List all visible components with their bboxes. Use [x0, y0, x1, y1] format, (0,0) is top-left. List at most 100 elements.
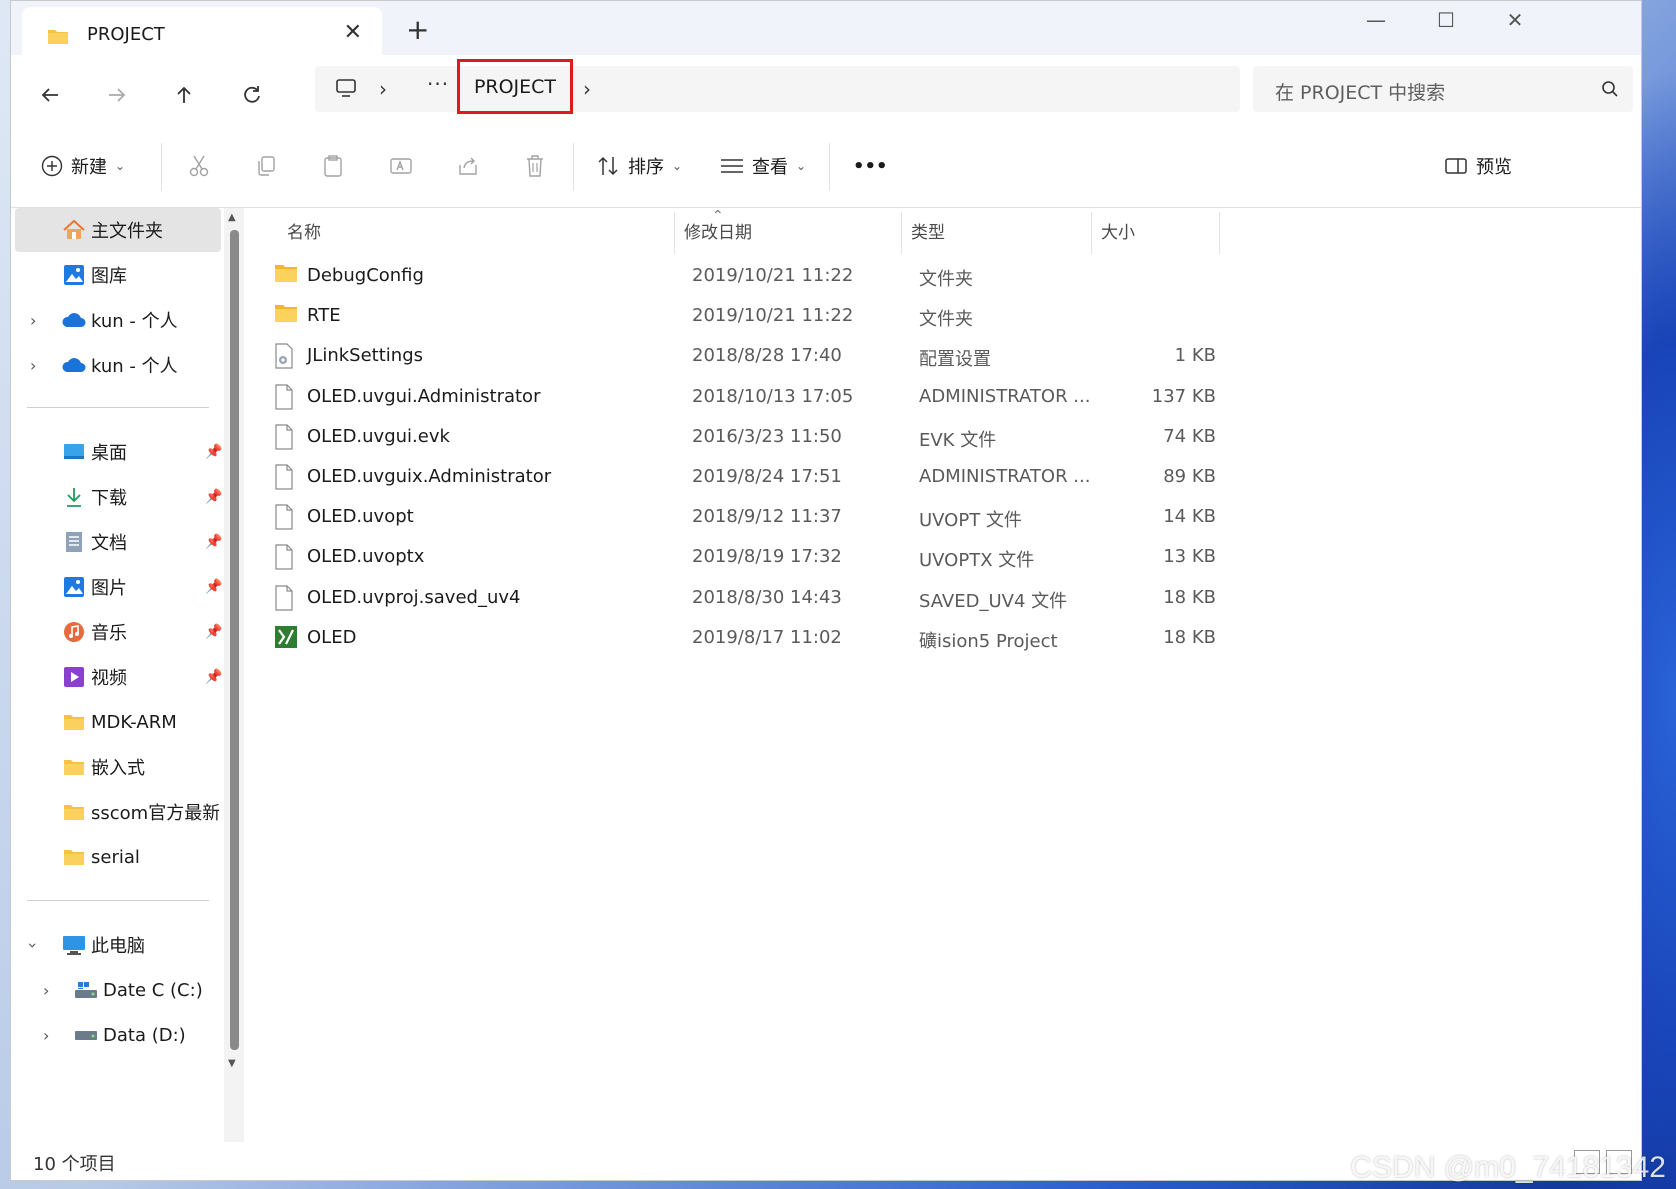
file-name: OLED.uvopt — [307, 506, 414, 528]
folder-icon — [47, 27, 69, 49]
sidebar-item-onedrive-1[interactable]: › kun - 个人 — [15, 298, 221, 342]
file-size: 18 KB — [1163, 586, 1216, 608]
column-divider[interactable] — [1091, 212, 1092, 254]
sidebar-item-this-pc[interactable]: › 此电脑 — [15, 923, 221, 967]
column-divider[interactable] — [1219, 212, 1220, 254]
divider — [829, 143, 830, 191]
sidebar-item-label: 主文件夹 — [91, 221, 163, 242]
chevron-right-icon[interactable]: › — [583, 77, 591, 101]
sidebar-item-drive-c[interactable]: › Date C (C:) — [15, 968, 221, 1012]
sidebar-item-label: kun - 个人 — [91, 356, 178, 377]
view-button[interactable]: 查看 ⌄ — [720, 149, 806, 183]
chevron-down-icon[interactable]: › — [24, 942, 43, 948]
table-row[interactable]: DebugConfig 2019/10/21 11:22 文件夹 — [244, 256, 1444, 296]
search-box[interactable]: 在 PROJECT 中搜索 — [1253, 66, 1633, 112]
table-row[interactable]: RTE 2019/10/21 11:22 文件夹 — [244, 296, 1444, 336]
sidebar-item-label: 桌面 — [91, 443, 127, 464]
chevron-right-icon[interactable]: › — [43, 981, 49, 1000]
forward-button[interactable] — [97, 75, 137, 115]
minimize-button[interactable]: — — [1346, 3, 1406, 37]
navigation-pane: 主文件夹 图库 › kun - 个人 › kun - 个人 桌面 📌 下载 📌 … — [11, 208, 244, 1144]
table-row[interactable]: OLED 2019/8/17 11:02 礦ision5 Project 18 KB — [244, 618, 1444, 658]
scrollbar-thumb[interactable] — [230, 230, 239, 1050]
new-button[interactable]: 新建 ⌄ — [41, 149, 125, 183]
table-row[interactable]: OLED.uvproj.saved_uv4 2018/8/30 14:43 SAVE… — [244, 578, 1444, 618]
sidebar-item-videos[interactable]: 视频 📌 — [15, 655, 222, 699]
paste-icon — [324, 155, 342, 177]
sidebar-item-onedrive-2[interactable]: › kun - 个人 — [15, 343, 221, 387]
scroll-up-icon[interactable]: ▲ — [228, 212, 236, 223]
new-tab-button[interactable]: + — [406, 13, 429, 46]
more-path-button[interactable]: ··· — [427, 72, 449, 96]
back-button[interactable] — [30, 75, 70, 115]
new-label: 新建 — [71, 157, 107, 178]
sidebar-item-sscom[interactable]: sscom官方最新( — [15, 790, 221, 834]
monitor-icon[interactable] — [335, 77, 357, 103]
scroll-down-icon[interactable]: ▼ — [228, 1058, 236, 1069]
refresh-button[interactable] — [232, 75, 272, 115]
sidebar-item-mdk-arm[interactable]: MDK-ARM — [15, 700, 221, 744]
table-row[interactable]: OLED.uvoptx 2019/8/19 17:32 UVOPTX 文件 13 KB — [244, 537, 1444, 577]
table-row[interactable]: OLED.uvgui.evk 2016/3/23 11:50 EVK 文件 74 KB — [244, 417, 1444, 457]
sidebar-item-drive-d[interactable]: › Data (D:) — [15, 1013, 221, 1057]
column-divider[interactable] — [674, 212, 675, 254]
chevron-right-icon[interactable]: › — [30, 356, 36, 375]
table-row[interactable]: OLED.uvopt 2018/9/12 11:37 UVOPT 文件 14 KB — [244, 497, 1444, 537]
pin-icon[interactable]: 📌 — [205, 669, 222, 685]
sidebar-scrollbar[interactable]: ▲ ▼ — [224, 208, 244, 1144]
breadcrumb-current[interactable]: PROJECT — [457, 59, 573, 114]
arrow-left-icon — [41, 88, 58, 102]
cut-button[interactable] — [188, 149, 210, 183]
column-header-name[interactable]: 名称 — [287, 208, 321, 252]
sidebar-item-home[interactable]: 主文件夹 — [15, 208, 221, 252]
column-header-modified[interactable]: 修改日期 — [684, 208, 752, 252]
arrow-right-icon — [109, 88, 126, 102]
sidebar-item-serial[interactable]: serial — [15, 835, 221, 879]
folder-icon — [61, 799, 87, 825]
delete-button[interactable] — [524, 149, 546, 183]
up-button[interactable] — [164, 75, 204, 115]
chevron-right-icon[interactable]: › — [30, 311, 36, 330]
share-button[interactable] — [457, 149, 479, 183]
file-name: OLED.uvproj.saved_uv4 — [307, 586, 521, 608]
column-header-size[interactable]: 大小 — [1101, 208, 1135, 252]
chevron-right-icon[interactable]: › — [379, 77, 387, 101]
table-row[interactable]: OLED.uvguix.Administrator 2019/8/24 17:51… — [244, 457, 1444, 497]
sidebar-item-gallery[interactable]: 图库 — [15, 253, 221, 297]
preview-pane-button[interactable]: 预览 — [1444, 149, 1512, 183]
sidebar-item-downloads[interactable]: 下载 📌 — [15, 475, 222, 519]
sidebar-item-pictures[interactable]: 图片 📌 — [15, 565, 222, 609]
search-input[interactable]: 在 PROJECT 中搜索 — [1275, 78, 1445, 105]
desktop-icon — [61, 439, 87, 465]
this-pc-icon — [61, 932, 87, 958]
maximize-button[interactable]: ☐ — [1416, 3, 1476, 37]
pin-icon[interactable]: 📌 — [205, 624, 222, 640]
file-type: 文件夹 — [919, 309, 973, 331]
close-tab-icon[interactable]: ✕ — [344, 20, 362, 45]
sidebar-item-documents[interactable]: 文档 📌 — [15, 520, 222, 564]
sidebar-item-desktop[interactable]: 桌面 📌 — [15, 430, 222, 474]
pin-icon[interactable]: 📌 — [205, 579, 222, 595]
more-options-button[interactable]: ••• — [853, 149, 888, 183]
sidebar-item-embedded[interactable]: 嵌入式 — [15, 745, 221, 789]
table-row[interactable]: JLinkSettings 2018/8/28 17:40 配置设置 1 KB — [244, 336, 1444, 376]
column-divider[interactable] — [901, 212, 902, 254]
pin-icon[interactable]: 📌 — [205, 444, 222, 460]
table-row[interactable]: OLED.uvgui.Administrator 2018/10/13 17:05… — [244, 377, 1444, 417]
pin-icon[interactable]: 📌 — [205, 534, 222, 550]
column-header-type[interactable]: 类型 — [911, 208, 945, 252]
tab-project[interactable]: PROJECT ✕ — [22, 7, 382, 57]
tab-title: PROJECT — [87, 24, 165, 45]
pin-icon[interactable]: 📌 — [205, 489, 222, 505]
drive-icon — [73, 1022, 99, 1048]
paste-button[interactable] — [322, 149, 344, 183]
search-icon[interactable] — [1601, 80, 1619, 102]
sidebar-item-music[interactable]: 音乐 📌 — [15, 610, 222, 654]
close-window-button[interactable]: ✕ — [1485, 3, 1545, 37]
address-bar[interactable]: › ··· PROJECT › — [315, 59, 1240, 114]
copy-button[interactable] — [255, 149, 277, 183]
rename-button[interactable] — [389, 149, 413, 183]
sort-button[interactable]: 排序 ⌄ — [596, 149, 682, 183]
chevron-right-icon[interactable]: › — [43, 1026, 49, 1045]
sidebar-item-label: MDK-ARM — [91, 711, 177, 733]
